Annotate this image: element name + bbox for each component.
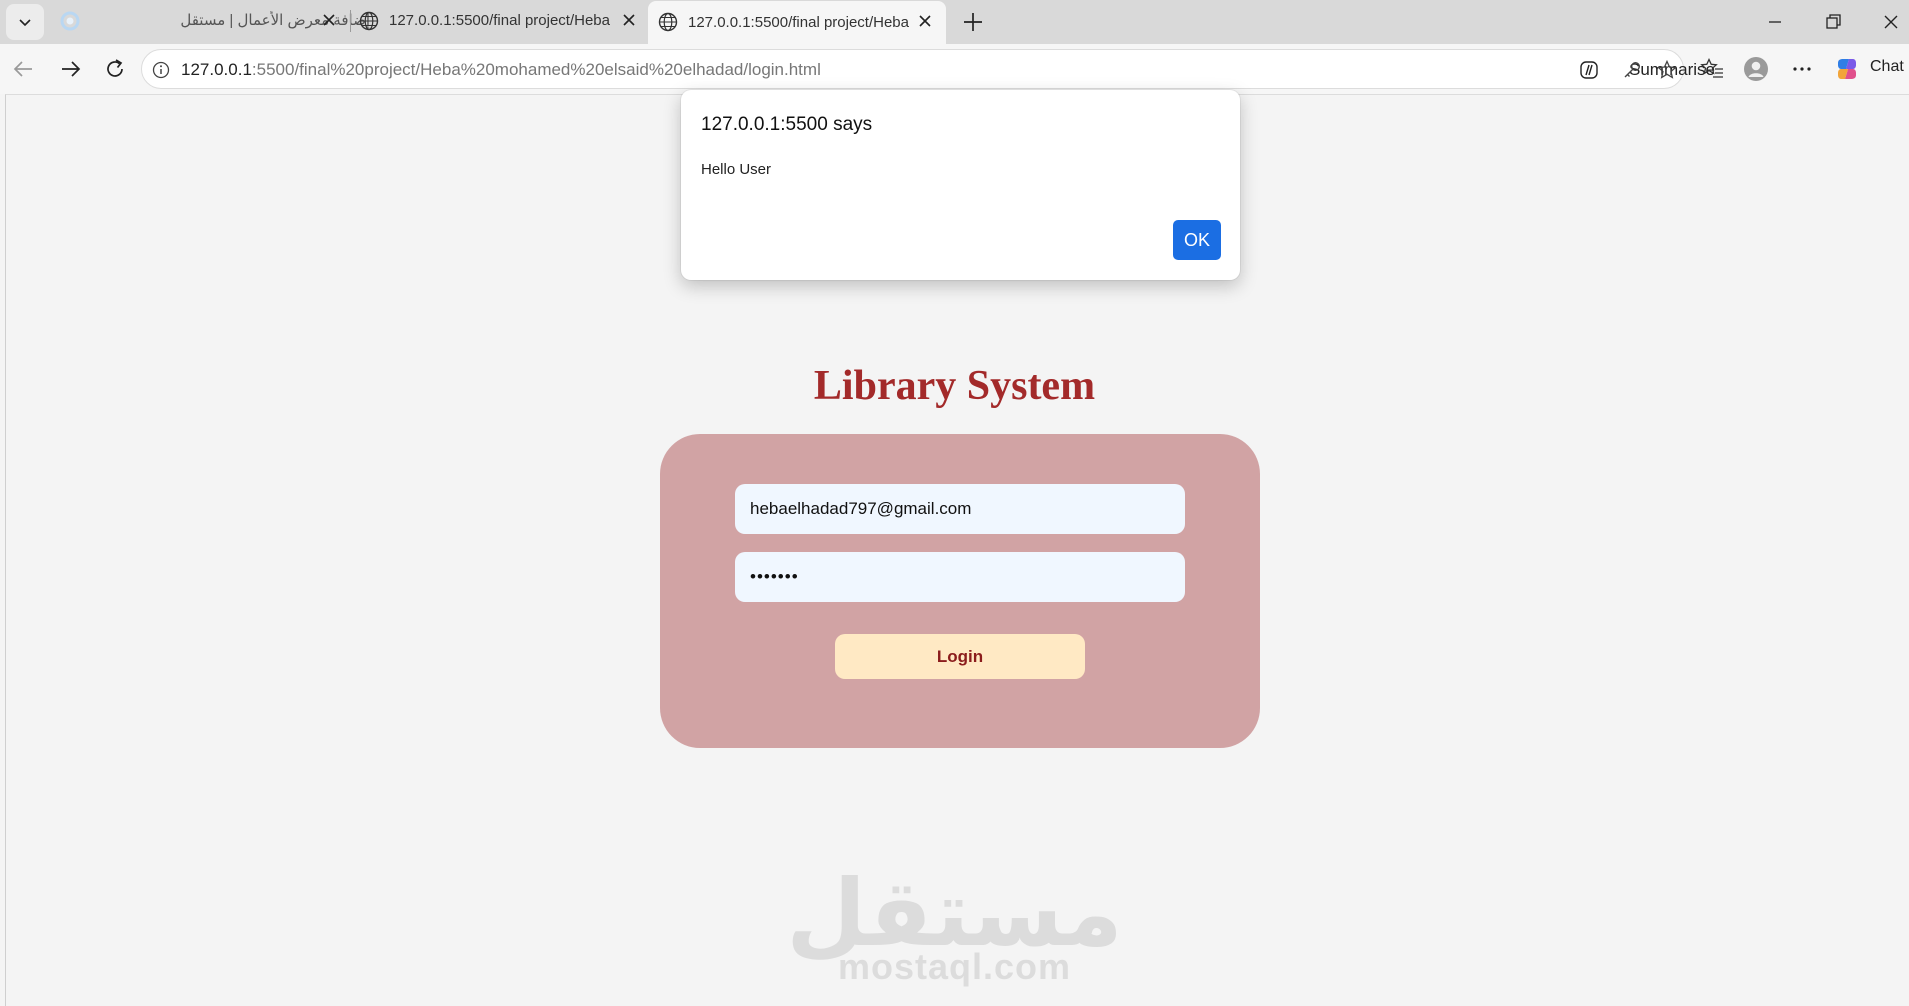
tab-strip: إضافة معرض الأعمال | مستقل 127.0.0.1:550… (0, 0, 1909, 44)
restore-icon[interactable] (1821, 10, 1845, 34)
new-tab-icon[interactable] (958, 7, 988, 37)
globe-icon (359, 11, 379, 31)
tab-separator (350, 10, 351, 32)
dialog-title: 127.0.0.1:5500 says (701, 114, 873, 135)
more-options-icon[interactable] (1789, 56, 1815, 82)
back-arrow-icon[interactable] (11, 56, 37, 82)
login-form: hebaelhadad797@gmail.com ••••••• Login (660, 434, 1260, 748)
tab-title: 127.0.0.1:5500/final project/Heba m (389, 11, 611, 29)
info-icon[interactable] (151, 60, 171, 80)
url-text[interactable]: 127.0.0.1:5500/final%20project/Heba%20mo… (181, 60, 821, 80)
minimize-icon[interactable] (1763, 10, 1787, 34)
profile-avatar-icon[interactable] (1743, 56, 1769, 82)
close-icon[interactable] (322, 13, 336, 27)
loading-icon (60, 11, 80, 31)
alert-dialog: 127.0.0.1:5500 says Hello User OK (681, 90, 1240, 280)
page-title: Library System (813, 363, 1096, 409)
tab-actions-menu-button[interactable] (6, 4, 44, 40)
password-input[interactable]: ••••••• (735, 552, 1185, 602)
close-icon[interactable] (622, 13, 636, 27)
reload-icon[interactable] (102, 56, 128, 82)
chat-button-label[interactable]: Chat (1870, 58, 1904, 76)
chevron-down-icon (19, 19, 31, 27)
globe-icon (658, 12, 678, 32)
summarise-icon[interactable] (1578, 59, 1600, 81)
browser-toolbar: 127.0.0.1:5500/final%20project/Heba%20mo… (0, 44, 1909, 94)
dialog-message: Hello User (701, 161, 772, 178)
tab-title: 127.0.0.1:5500/final project/Heba m (688, 14, 910, 31)
copilot-icon[interactable] (1834, 56, 1860, 82)
ok-button[interactable]: OK (1173, 220, 1221, 260)
url-path: :5500/final%20project/Heba%20mohamed%20e… (251, 60, 821, 79)
key-icon[interactable] (1621, 59, 1643, 81)
tab-mostaql[interactable]: إضافة معرض الأعمال | مستقل (50, 0, 370, 40)
close-window-icon[interactable] (1879, 10, 1903, 34)
watermark-latin: mostaql.com (837, 946, 1072, 987)
address-bar[interactable]: 127.0.0.1:5500/final%20project/Heba%20mo… (141, 49, 1715, 89)
url-host: 127.0.0.1 (181, 60, 252, 79)
tab-login-page-1[interactable]: 127.0.0.1:5500/final project/Heba m (352, 0, 644, 40)
forward-arrow-icon[interactable] (57, 56, 83, 82)
favorites-icon[interactable] (1699, 56, 1725, 82)
email-input[interactable]: hebaelhadad797@gmail.com (735, 484, 1185, 534)
close-icon[interactable] (918, 14, 932, 28)
star-icon[interactable] (1656, 59, 1678, 81)
login-button[interactable]: Login (835, 634, 1085, 679)
tab-login-page-active[interactable]: 127.0.0.1:5500/final project/Heba m (648, 1, 946, 44)
